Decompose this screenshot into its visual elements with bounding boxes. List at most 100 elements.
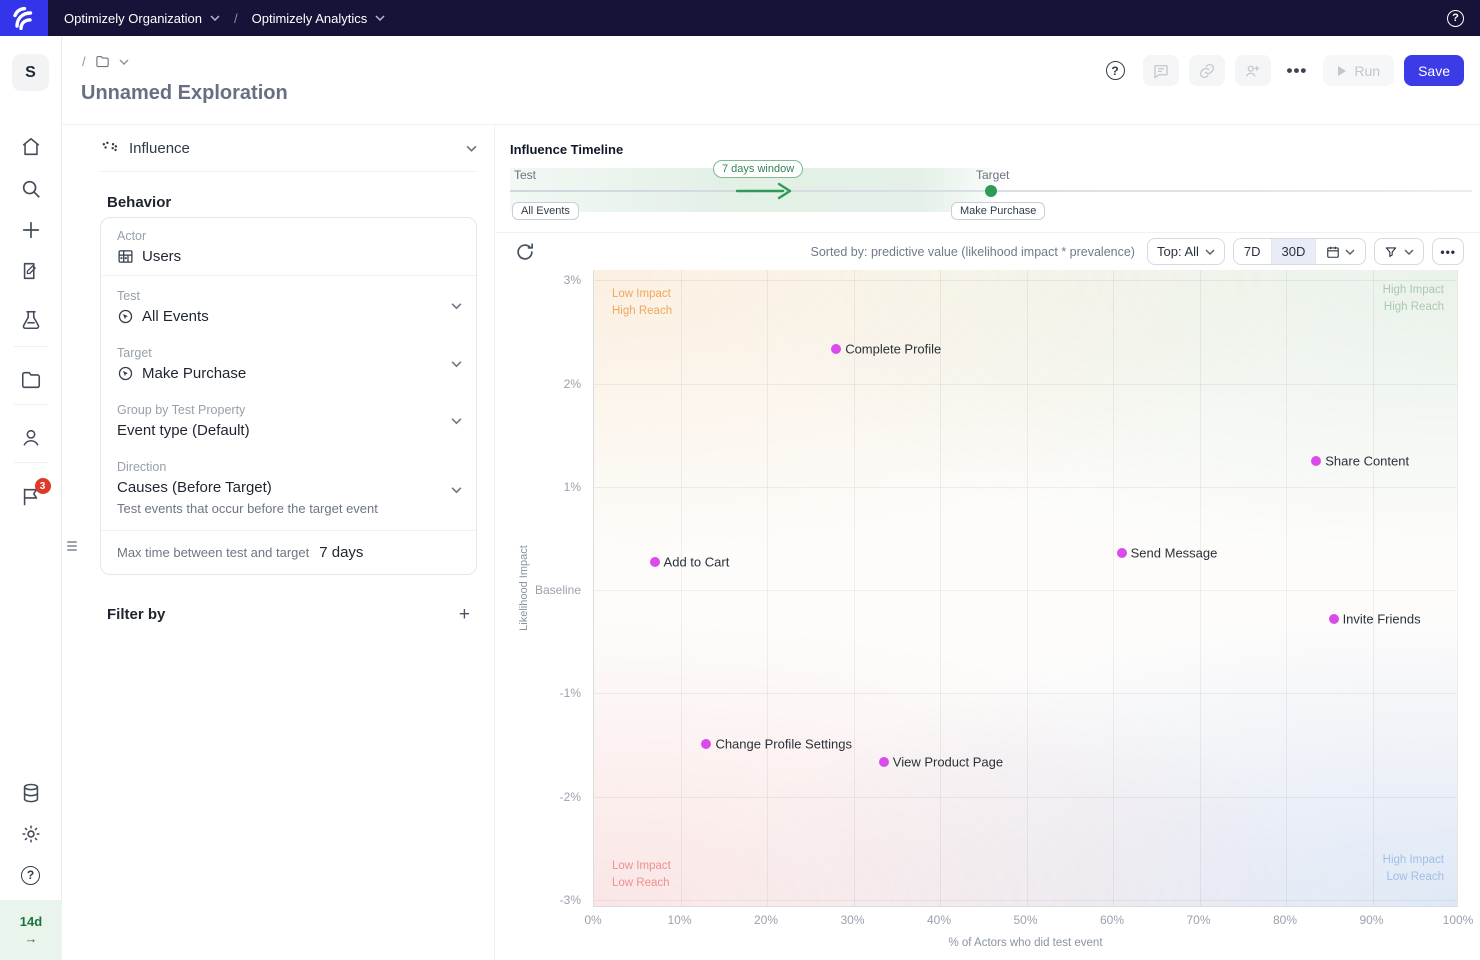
gridline-vertical <box>1113 270 1114 906</box>
target-field[interactable]: Target Make Purchase <box>101 335 476 392</box>
run-button[interactable]: Run <box>1323 55 1394 86</box>
range-30d-button[interactable]: 30D <box>1272 239 1317 264</box>
search-icon[interactable] <box>20 178 42 200</box>
breadcrumb[interactable]: / <box>82 54 129 69</box>
gridline-vertical <box>681 270 682 906</box>
scatter-point-label: View Product Page <box>893 755 1003 770</box>
section-divider <box>496 232 1480 233</box>
left-icon-rail: S 3 <box>0 36 62 960</box>
scatter-point[interactable] <box>650 557 660 567</box>
actor-label: Actor <box>117 229 460 243</box>
exploration-mode-selector[interactable]: Influence <box>100 125 477 172</box>
play-icon <box>1337 65 1347 77</box>
y-tick-label: -2% <box>560 790 581 804</box>
group-by-value: Event type (Default) <box>117 422 250 439</box>
profile-icon[interactable] <box>20 427 42 449</box>
collaborators-button[interactable] <box>1235 55 1271 86</box>
x-tick-label: 60% <box>1100 913 1124 927</box>
chart-filter-dropdown[interactable] <box>1374 238 1424 265</box>
x-tick-label: 70% <box>1186 913 1210 927</box>
y-tick-label: 1% <box>564 480 581 494</box>
actor-field[interactable]: Actor Users <box>101 218 476 276</box>
target-value: Make Purchase <box>142 365 246 382</box>
folder-icon[interactable] <box>20 369 42 391</box>
more-options-button[interactable]: ••• <box>1281 61 1314 81</box>
gridline-vertical <box>854 270 855 906</box>
x-tick-label: 10% <box>667 913 691 927</box>
page-title[interactable]: Unnamed Exploration <box>81 82 288 105</box>
chevron-down-icon <box>451 417 462 424</box>
y-tick-label: -3% <box>560 893 581 907</box>
workspace-avatar[interactable]: S <box>12 54 49 91</box>
calendar-icon <box>1326 245 1340 259</box>
chevron-down-icon <box>451 302 462 309</box>
save-button[interactable]: Save <box>1404 55 1464 86</box>
scatter-point[interactable] <box>1329 614 1339 624</box>
range-7d-button[interactable]: 7D <box>1234 239 1272 264</box>
trial-countdown[interactable]: 14d → <box>0 900 62 960</box>
scatter-plot: Low ImpactHigh Reach High ImpactHigh Rea… <box>593 270 1458 907</box>
timeline-window-badge[interactable]: 7 days window <box>713 160 803 178</box>
y-tick-label: 2% <box>564 377 581 391</box>
topbar-help-button[interactable]: ? <box>1447 10 1464 27</box>
help-icon[interactable]: ? <box>20 864 42 886</box>
scatter-point[interactable] <box>831 344 841 354</box>
max-time-field[interactable]: Max time between test and target 7 days <box>101 530 476 574</box>
influence-timeline: Test Target 7 days window All Events Mak… <box>510 158 1472 226</box>
gridline-horizontal <box>594 384 1457 385</box>
scatter-point[interactable] <box>701 739 711 749</box>
direction-label: Direction <box>117 460 460 474</box>
funnel-icon <box>1384 245 1398 259</box>
optimizely-logo[interactable] <box>0 0 48 36</box>
header-help-button[interactable]: ? <box>1106 61 1125 80</box>
filter-by-section: Filter by + <box>107 605 470 624</box>
share-link-button[interactable] <box>1189 55 1225 86</box>
explorations-icon[interactable] <box>20 260 42 282</box>
product-name: Optimizely Analytics <box>252 11 368 26</box>
chart-more-button[interactable]: ••• <box>1432 238 1464 265</box>
scatter-point[interactable] <box>879 757 889 767</box>
gridline-vertical <box>1200 270 1201 906</box>
comments-button[interactable] <box>1143 55 1179 86</box>
add-filter-button[interactable]: + <box>459 605 470 624</box>
create-new-icon[interactable] <box>20 219 42 241</box>
y-axis-ticks: 3%2%1%Baseline-1%-2%-3% <box>529 270 587 907</box>
timeline-start-event-badge[interactable]: All Events <box>512 202 579 220</box>
timeline-target-event-badge[interactable]: Make Purchase <box>951 202 1045 220</box>
gridline-horizontal <box>594 693 1457 694</box>
quadrant-label-bottom-left: Low ImpactLow Reach <box>612 858 671 892</box>
influence-icon <box>100 140 119 157</box>
influence-scatter-chart: Likelihood Impact 3%2%1%Baseline-1%-2%-3… <box>505 270 1472 960</box>
custom-date-button[interactable] <box>1316 239 1365 264</box>
home-icon[interactable] <box>20 136 42 158</box>
scatter-point-label: Send Message <box>1131 545 1218 560</box>
folder-icon[interactable] <box>94 54 111 69</box>
quadrant-label-top-left: Low ImpactHigh Reach <box>612 286 1480 354</box>
chevron-down-icon[interactable] <box>119 59 129 65</box>
sorted-by-text: Sorted by: predictive value (likelihood … <box>811 245 1135 259</box>
behavior-card: Actor Users Test All Events Target Make <box>100 217 477 575</box>
app-window: Optimizely Organization / Optimizely Ana… <box>0 0 1480 960</box>
product-switcher[interactable]: Optimizely Analytics <box>252 11 386 26</box>
test-label: Test <box>117 289 460 303</box>
notifications-flag-icon[interactable]: 3 <box>20 486 42 508</box>
gridline-horizontal <box>594 900 1457 901</box>
panel-resize-grip[interactable] <box>64 538 80 554</box>
data-sources-icon[interactable] <box>20 782 42 804</box>
experiments-icon[interactable] <box>20 309 42 331</box>
scatter-point[interactable] <box>1117 548 1127 558</box>
chevron-down-icon <box>451 486 462 493</box>
org-switcher[interactable]: Optimizely Organization <box>64 11 220 26</box>
chevron-down-icon <box>375 15 385 21</box>
scatter-point[interactable] <box>1311 456 1321 466</box>
scatter-point-label: Share Content <box>1325 453 1409 468</box>
top-filter-dropdown[interactable]: Top: All <box>1147 238 1225 265</box>
refresh-icon[interactable] <box>514 241 536 263</box>
settings-gear-icon[interactable] <box>20 823 42 845</box>
direction-field[interactable]: Direction Causes (Before Target) Test ev… <box>101 449 476 530</box>
timeline-target-label: Target <box>976 168 1009 182</box>
help-icon: ? <box>1447 10 1464 27</box>
trial-arrow-icon: → <box>25 931 38 946</box>
group-by-field[interactable]: Group by Test Property Event type (Defau… <box>101 392 476 449</box>
test-field[interactable]: Test All Events <box>101 276 476 335</box>
